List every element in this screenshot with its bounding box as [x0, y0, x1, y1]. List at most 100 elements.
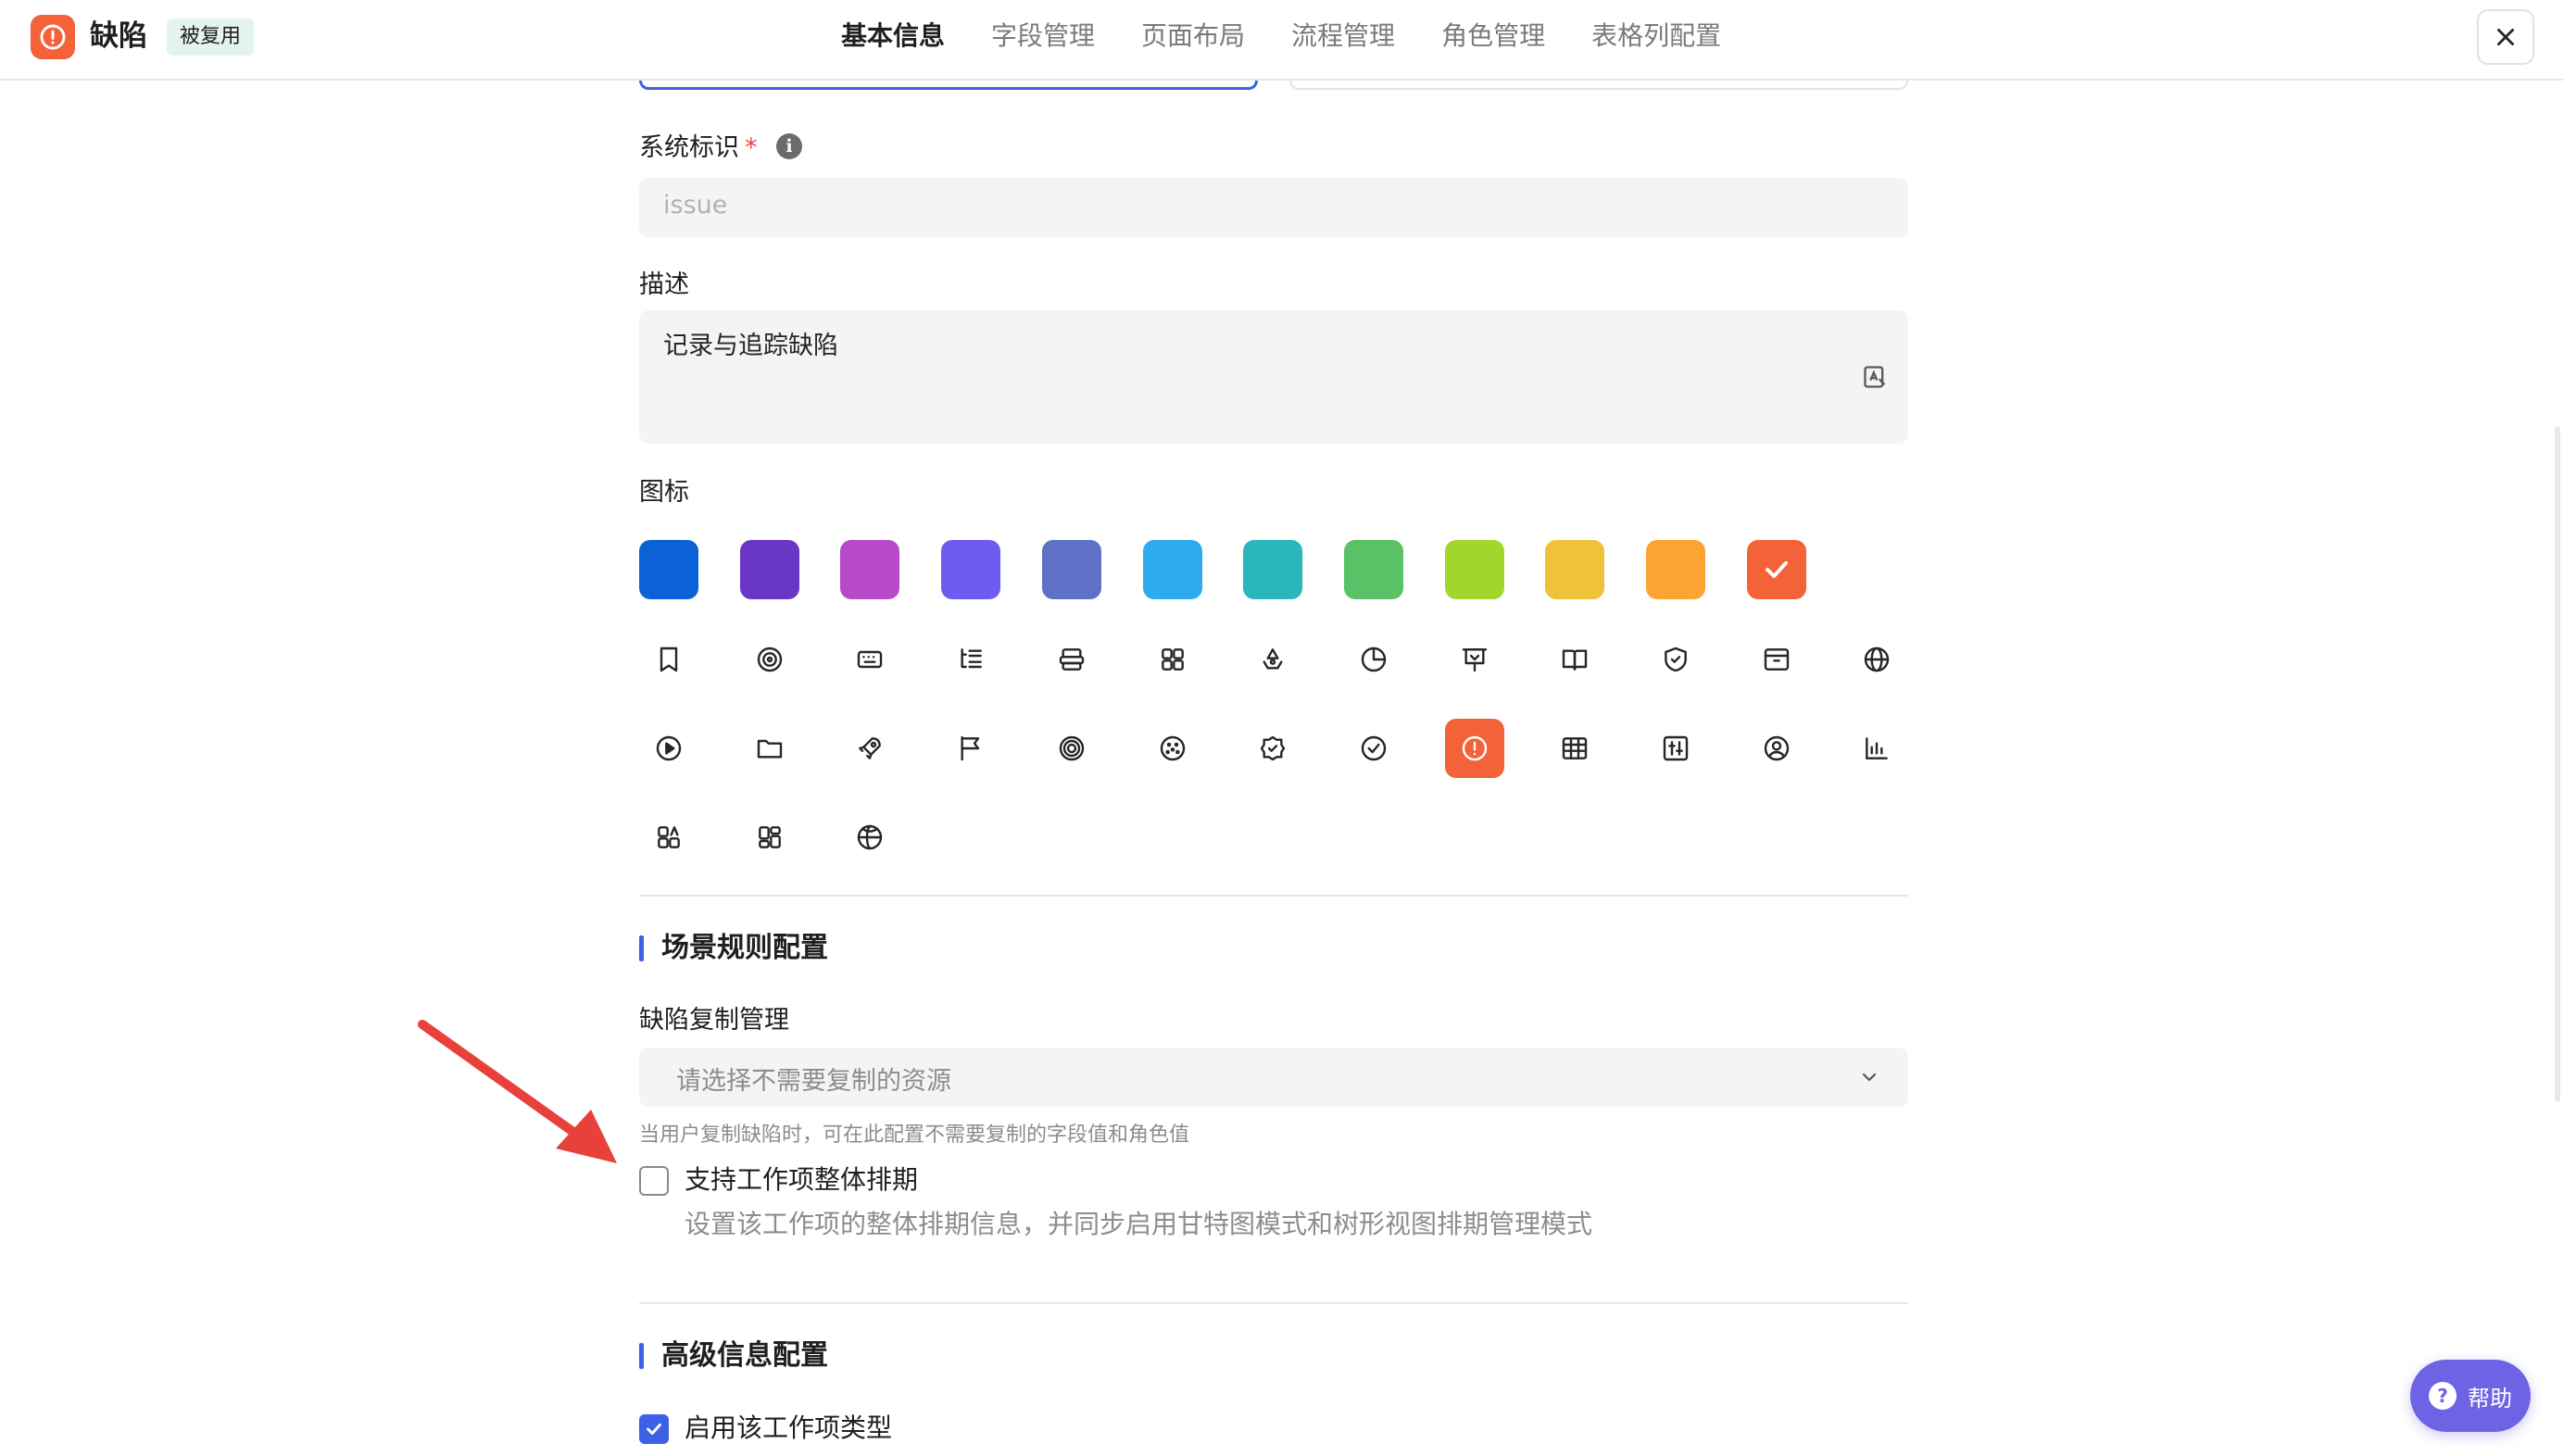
- description-value: 记录与追踪缺陷: [663, 332, 838, 360]
- enable-type-label[interactable]: 启用该工作项类型: [685, 1412, 892, 1445]
- copy-manage-select[interactable]: 请选择不需要复制的资源: [639, 1048, 1908, 1107]
- icon-label: 图标: [639, 478, 689, 507]
- list-tree-icon: [961, 648, 982, 669]
- copy-manage-label: 缺陷复制管理: [639, 1006, 789, 1035]
- ai-writing-icon[interactable]: [1862, 364, 1888, 390]
- basketball-icon: [858, 824, 883, 850]
- scenario-section-title: 场景规则配置: [639, 930, 828, 967]
- user-circle-icon: [1764, 735, 1789, 761]
- sliders-icon: [1663, 735, 1689, 761]
- icon-option[interactable]: [1847, 719, 1906, 778]
- table-icon: [1563, 737, 1588, 759]
- color-swatch[interactable]: [1343, 540, 1403, 599]
- color-swatch[interactable]: [941, 540, 1001, 599]
- system-id-placeholder: issue: [663, 191, 728, 220]
- color-swatch[interactable]: [639, 540, 698, 599]
- book-icon: [1563, 649, 1588, 671]
- icon-option[interactable]: [639, 630, 698, 689]
- icon-option[interactable]: [1747, 630, 1806, 689]
- system-id-input[interactable]: issue: [639, 178, 1908, 237]
- info-icon[interactable]: i: [776, 133, 802, 159]
- icon-option[interactable]: [740, 808, 799, 867]
- icon-option[interactable]: [1646, 630, 1705, 689]
- grid-icon: [1161, 648, 1184, 671]
- divider: [639, 895, 1908, 897]
- color-swatch[interactable]: [1646, 540, 1705, 599]
- icon-option[interactable]: [1243, 719, 1302, 778]
- copy-manage-hint: 当用户复制缺陷时，可在此配置不需要复制的字段值和角色值: [639, 1123, 1190, 1147]
- tab-table-columns[interactable]: 表格列配置: [1591, 0, 1721, 81]
- icon-option[interactable]: [840, 630, 899, 689]
- check-circle-icon: [1361, 735, 1387, 761]
- alert-circle-icon: [1462, 735, 1487, 761]
- tab-basic-info[interactable]: 基本信息: [841, 0, 945, 81]
- scrollbar[interactable]: [2555, 426, 2560, 1102]
- icon-option[interactable]: [1545, 719, 1604, 778]
- close-icon: [2497, 29, 2514, 45]
- help-label: 帮助: [2468, 1385, 2512, 1412]
- icon-option[interactable]: [941, 630, 1000, 689]
- icon-option[interactable]: [639, 808, 698, 867]
- globe-icon: [1865, 646, 1890, 672]
- icon-option[interactable]: [840, 808, 899, 867]
- color-swatch[interactable]: [840, 540, 900, 599]
- alert-circle-icon: [31, 15, 75, 59]
- icon-option[interactable]: [941, 719, 1000, 778]
- icon-option[interactable]: [639, 719, 698, 778]
- check-icon: [647, 1423, 661, 1436]
- top-bar: 缺陷 被复用 基本信息 字段管理 页面布局 流程管理 角色管理 表格列配置: [0, 0, 2564, 81]
- spiral-icon: [757, 646, 782, 672]
- color-swatch[interactable]: [1142, 540, 1202, 599]
- divider: [639, 1302, 1908, 1304]
- color-swatch[interactable]: [1444, 540, 1504, 599]
- presentation-icon: [1462, 648, 1487, 672]
- schedule-checkbox[interactable]: [639, 1166, 669, 1196]
- color-swatch[interactable]: [1746, 540, 1806, 599]
- previous-field-input[interactable]: [1289, 81, 1908, 90]
- play-circle-icon: [656, 735, 682, 761]
- rocket-icon: [859, 737, 882, 759]
- folder-icon: [757, 739, 782, 759]
- tab-workflow[interactable]: 流程管理: [1291, 0, 1395, 81]
- icon-option[interactable]: [740, 630, 799, 689]
- icon-option[interactable]: [1042, 630, 1101, 689]
- description-textarea[interactable]: 记录与追踪缺陷: [639, 310, 1908, 444]
- app-grid-icon: [658, 826, 680, 848]
- icon-option[interactable]: [1847, 630, 1906, 689]
- copy-manage-placeholder: 请选择不需要复制的资源: [676, 1067, 951, 1096]
- icon-option[interactable]: [1143, 719, 1202, 778]
- color-swatch[interactable]: [1041, 540, 1101, 599]
- icon-option[interactable]: [1445, 630, 1504, 689]
- color-swatch[interactable]: [1545, 540, 1605, 599]
- target-icon: [1059, 735, 1084, 761]
- icon-option[interactable]: [1042, 719, 1101, 778]
- icon-option[interactable]: [1545, 630, 1604, 689]
- dotted-circle-icon: [1160, 735, 1185, 761]
- icon-option[interactable]: [1143, 630, 1202, 689]
- icon-option[interactable]: [1444, 719, 1504, 778]
- archive-icon: [1764, 648, 1789, 671]
- icon-option[interactable]: [1747, 719, 1806, 778]
- pie-icon: [1361, 646, 1387, 672]
- annotation-arrow-icon: [418, 1020, 617, 1163]
- page-title: 缺陷: [90, 19, 147, 53]
- tab-page-layout[interactable]: 页面布局: [1141, 0, 1245, 81]
- icon-option[interactable]: [1344, 719, 1403, 778]
- schedule-label[interactable]: 支持工作项整体排期: [685, 1163, 918, 1197]
- tab-field-management[interactable]: 字段管理: [991, 0, 1095, 81]
- dashboard-icon: [758, 826, 781, 848]
- tab-roles[interactable]: 角色管理: [1441, 0, 1545, 81]
- icon-option[interactable]: [840, 719, 899, 778]
- icon-option[interactable]: [1344, 630, 1403, 689]
- icon-option[interactable]: [1646, 719, 1705, 778]
- name-input-focused[interactable]: [639, 81, 1258, 90]
- icon-option[interactable]: [1243, 630, 1302, 689]
- color-swatch[interactable]: [1243, 540, 1303, 599]
- bar-chart-icon: [1866, 737, 1889, 759]
- advanced-section-title: 高级信息配置: [639, 1337, 828, 1374]
- close-button[interactable]: [2477, 9, 2534, 65]
- enable-type-checkbox[interactable]: [639, 1414, 669, 1444]
- help-button[interactable]: ? 帮助: [2410, 1360, 2531, 1432]
- color-swatch[interactable]: [739, 540, 799, 599]
- icon-option[interactable]: [740, 719, 799, 778]
